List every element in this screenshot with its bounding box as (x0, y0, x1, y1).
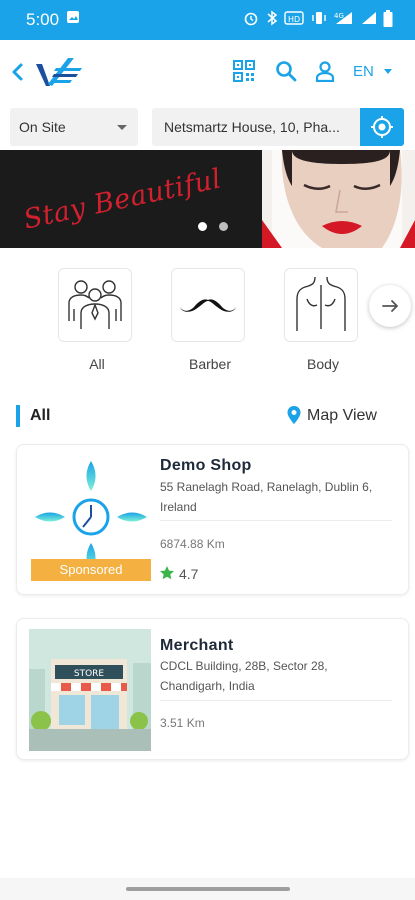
svg-text:HD: HD (288, 15, 300, 24)
category-all[interactable] (58, 268, 132, 342)
battery-icon (383, 10, 393, 34)
app-header: EN (0, 40, 415, 104)
wifi-icon (361, 10, 377, 32)
map-view-button[interactable]: Map View (286, 404, 396, 428)
promo-banner[interactable]: Stay Beautiful (0, 150, 415, 248)
carousel-dot[interactable] (219, 222, 228, 231)
category-barber[interactable] (171, 268, 245, 342)
service-type-select[interactable]: On Site (10, 108, 138, 146)
shop-name: Merchant (160, 637, 234, 654)
hd-icon: HD (284, 10, 304, 32)
brand-logo[interactable] (34, 54, 84, 90)
vibrate-icon (312, 10, 326, 32)
list-title: All (30, 407, 51, 424)
shop-address: 55 Ranelagh Road, Ranelagh, Dublin 6, Ir… (160, 480, 373, 514)
bluetooth-icon (266, 10, 278, 32)
map-pin-icon (287, 406, 301, 424)
dropdown-caret-icon (117, 125, 127, 130)
arrow-right-icon (382, 300, 398, 312)
card-divider (160, 520, 392, 521)
shop-distance: 3.51 Km (160, 716, 205, 730)
group-icon (68, 280, 122, 329)
shop-address: CDCL Building, 28B, Sector 28, Chandigar… (160, 659, 328, 693)
locate-icon (371, 116, 393, 138)
shop-rating: 4.7 (179, 566, 199, 582)
svg-text:4G: 4G (334, 12, 344, 20)
category-body[interactable] (284, 268, 358, 342)
status-bar: 5:00 HD 4G (0, 0, 415, 40)
store-sign: STORE (74, 669, 105, 679)
user-icon[interactable] (314, 60, 338, 84)
back-icon[interactable] (6, 58, 30, 86)
address-input[interactable]: Netsmartz House, 10, Pha... (152, 108, 360, 146)
category-all-label: All (89, 356, 105, 372)
language-selector[interactable]: EN (353, 63, 374, 80)
store-image: STORE (29, 629, 151, 751)
current-location-button[interactable] (360, 108, 404, 146)
service-type-value: On Site (19, 119, 66, 135)
alarm-icon (243, 10, 259, 32)
map-view-label: Map View (307, 407, 377, 424)
banner-headline: Stay Beautiful (20, 163, 225, 236)
filter-row: On Site Netsmartz House, 10, Pha... (0, 104, 415, 150)
model-face-image (262, 150, 415, 248)
shop-name: Demo Shop (160, 457, 252, 474)
qr-code-icon[interactable] (233, 60, 257, 84)
shop-distance: 6874.88 Km (160, 537, 225, 551)
star-icon (160, 566, 174, 580)
signal-icon: 4G (334, 10, 356, 32)
gesture-handle[interactable] (126, 887, 290, 891)
search-icon[interactable] (275, 60, 299, 84)
mustache-icon (180, 299, 236, 312)
category-barber-label: Barber (188, 356, 232, 372)
back-body-icon (296, 276, 346, 331)
carousel-dot-active[interactable] (198, 222, 207, 231)
shop-card[interactable]: STORE Merchant CDCL Building, 28B, Secto… (16, 618, 409, 760)
card-divider (160, 700, 392, 701)
sponsored-badge: Sponsored (31, 559, 151, 581)
category-body-label: Body (307, 356, 339, 372)
section-indicator (16, 405, 20, 427)
image-icon (66, 10, 80, 30)
chevron-down-icon[interactable] (384, 69, 392, 74)
status-time: 5:00 (26, 10, 60, 29)
category-next-button[interactable] (369, 285, 411, 327)
shop-card[interactable]: Sponsored Demo Shop 55 Ranelagh Road, Ra… (16, 444, 409, 595)
